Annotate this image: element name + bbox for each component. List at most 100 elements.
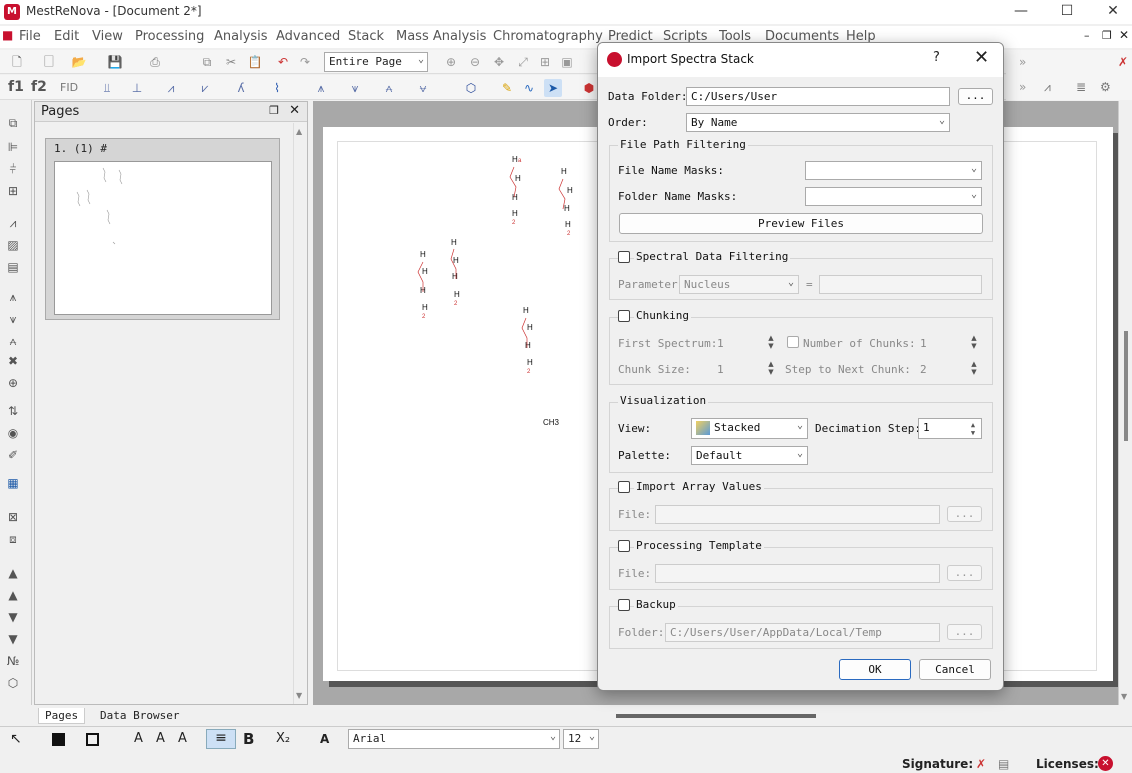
table-icon[interactable]: ▦ bbox=[4, 474, 22, 492]
mdi-restore-icon[interactable]: ❐ bbox=[1102, 29, 1112, 42]
select-tool-icon[interactable]: ➤ bbox=[544, 79, 562, 97]
distribute-icon[interactable]: ⫩ bbox=[4, 160, 22, 178]
scroll-up-icon[interactable]: ▲ bbox=[296, 127, 302, 136]
numbering-icon[interactable]: № bbox=[4, 652, 22, 670]
scrollbar-thumb[interactable] bbox=[1124, 331, 1128, 441]
maximize-button[interactable]: ☐ bbox=[1044, 0, 1090, 24]
align-left-icon[interactable]: ≡ bbox=[206, 729, 236, 749]
new-page-icon[interactable]: 🗌 bbox=[40, 53, 58, 71]
folder-name-masks-select[interactable]: ⌄ bbox=[805, 187, 982, 206]
number-of-chunks-stepper[interactable]: ▲ ▼ bbox=[968, 334, 980, 350]
page-thumbnail[interactable]: 1. (1) # bbox=[45, 138, 280, 320]
open-folder-icon[interactable]: 📂 bbox=[70, 53, 88, 71]
align-icon[interactable]: ⊫ bbox=[4, 138, 22, 156]
sort-icon[interactable]: ⇅ bbox=[4, 402, 22, 420]
parameter-value-input[interactable] bbox=[819, 275, 982, 294]
assign-icon[interactable]: ✎ bbox=[498, 79, 516, 97]
peak-pick-icon[interactable]: ⩘ bbox=[162, 79, 180, 97]
menu-mass-analysis[interactable]: Mass Analysis bbox=[396, 29, 486, 44]
signature-icon[interactable]: ✗ bbox=[976, 757, 986, 771]
fit-page-icon[interactable]: ⊠ bbox=[4, 508, 22, 526]
multiplet-icon[interactable]: ⩗ bbox=[196, 79, 214, 97]
image-icon[interactable]: ▨ bbox=[4, 236, 22, 254]
view-icon[interactable]: ◉ bbox=[4, 424, 22, 442]
font-default-icon[interactable]: A bbox=[178, 731, 187, 746]
minimize-button[interactable]: — bbox=[998, 0, 1044, 24]
float-panel-icon[interactable]: ❐ bbox=[269, 104, 279, 117]
arrow-up-icon[interactable]: ▲ bbox=[4, 586, 22, 604]
deconvolution-icon[interactable]: ⩛ bbox=[346, 79, 364, 97]
menu-file[interactable]: File bbox=[19, 29, 41, 44]
file-name-masks-select[interactable]: ⌄ bbox=[805, 161, 982, 180]
spectral-filtering-checkbox[interactable] bbox=[618, 251, 630, 263]
shift-icon[interactable]: ⩜ bbox=[380, 79, 398, 97]
new-document-icon[interactable]: 🗋 bbox=[8, 53, 26, 71]
overflow-icon[interactable]: » bbox=[1019, 55, 1026, 69]
phase-icon[interactable]: ⫫ bbox=[98, 79, 116, 97]
settings-icon[interactable]: ⚙ bbox=[1100, 80, 1111, 94]
first-spectrum-value[interactable]: 1 bbox=[717, 337, 724, 350]
spectrum-icon[interactable]: ⩘ bbox=[4, 214, 22, 232]
line-color-icon[interactable] bbox=[86, 733, 99, 746]
zoom-in-icon[interactable]: ⊕ bbox=[442, 53, 460, 71]
menu-processing[interactable]: Processing bbox=[135, 29, 204, 44]
multiplet-report-icon[interactable]: ⩛ bbox=[4, 310, 22, 328]
arrow-down-last-icon[interactable]: ▼ bbox=[4, 630, 22, 648]
order-select[interactable]: By Name ⌄ bbox=[686, 113, 950, 132]
verify-icon[interactable]: ⬢ bbox=[580, 79, 598, 97]
arrow-up-first-icon[interactable]: ▲ bbox=[4, 564, 22, 582]
tools-icon[interactable]: ✗ bbox=[1118, 55, 1128, 69]
copy-icon[interactable]: ⧉ bbox=[198, 53, 216, 71]
text-color-icon[interactable]: A bbox=[320, 732, 329, 746]
menu-view[interactable]: View bbox=[92, 29, 123, 44]
simulate-icon[interactable]: ∿ bbox=[520, 79, 538, 97]
bold-icon[interactable]: B bbox=[243, 730, 254, 748]
import-array-file-input[interactable] bbox=[655, 505, 940, 524]
apodization-icon[interactable]: ⩚ bbox=[312, 79, 330, 97]
fid-button[interactable]: FID bbox=[60, 81, 78, 94]
backup-folder-input[interactable]: C:/Users/User/AppData/Local/Temp bbox=[665, 623, 940, 642]
integrate-icon[interactable]: ʎ bbox=[232, 79, 250, 97]
page-zoom-select[interactable]: Entire Page ⌄ bbox=[324, 52, 428, 72]
number-of-chunks-checkbox[interactable] bbox=[787, 336, 799, 348]
horizontal-scroll-thumb[interactable] bbox=[616, 714, 816, 718]
pan-icon[interactable]: ✥ bbox=[490, 53, 508, 71]
scroll-down-icon-doc[interactable]: ▼ bbox=[1121, 692, 1127, 701]
decimation-step-input[interactable]: 1 ▲ ▼ bbox=[918, 418, 982, 439]
edit-icon[interactable]: ✐ bbox=[4, 446, 22, 464]
full-spectrum-icon[interactable]: ▣ bbox=[558, 53, 576, 71]
view-select[interactable]: Stacked ⌄ bbox=[691, 418, 808, 439]
license-error-icon[interactable]: ✕ bbox=[1098, 756, 1113, 771]
signature-settings-icon[interactable]: ▤ bbox=[998, 757, 1009, 771]
signal-icon[interactable]: ⩘ bbox=[1044, 80, 1051, 95]
zoom-out-icon[interactable]: ⊖ bbox=[466, 53, 484, 71]
fit-icon[interactable]: ⌇ bbox=[268, 79, 286, 97]
f2-button[interactable]: f2 bbox=[31, 79, 47, 95]
subscript-icon[interactable]: X₂ bbox=[276, 731, 290, 746]
menu-stack[interactable]: Stack bbox=[348, 29, 384, 44]
mdi-close-icon[interactable]: ✕ bbox=[1119, 28, 1129, 42]
redo-icon[interactable]: ↷ bbox=[296, 53, 314, 71]
first-spectrum-stepper[interactable]: ▲ ▼ bbox=[765, 334, 777, 350]
close-dialog-button[interactable]: ✕ bbox=[974, 47, 989, 68]
tab-data-browser[interactable]: Data Browser bbox=[94, 708, 185, 723]
cube-icon[interactable]: ⬡ bbox=[4, 674, 22, 692]
menu-edit[interactable]: Edit bbox=[54, 29, 79, 44]
delete-icon[interactable]: ✖ bbox=[4, 352, 22, 370]
cancel-button[interactable]: Cancel bbox=[919, 659, 991, 680]
f1-button[interactable]: f1 bbox=[8, 79, 24, 95]
peaks-icon[interactable]: ⩚ bbox=[4, 288, 22, 306]
parameter-select[interactable]: Nucleus ⌄ bbox=[679, 275, 799, 294]
pages-scrollbar[interactable]: ▲ ▼ bbox=[293, 123, 307, 704]
menu-advanced[interactable]: Advanced bbox=[276, 29, 340, 44]
save-icon[interactable]: 💾 bbox=[106, 53, 124, 71]
undo-icon[interactable]: ↶ bbox=[274, 53, 292, 71]
molecule-icon[interactable]: ⬡ bbox=[462, 79, 480, 97]
processing-template-file-input[interactable] bbox=[655, 564, 940, 583]
baseline-icon[interactable]: ⊥ bbox=[128, 79, 146, 97]
pointer-icon[interactable]: ↖ bbox=[10, 731, 22, 747]
chunk-size-stepper[interactable]: ▲ ▼ bbox=[765, 360, 777, 376]
preview-files-button[interactable]: Preview Files bbox=[619, 213, 983, 234]
number-of-chunks-value[interactable]: 1 bbox=[920, 337, 927, 350]
split-icon[interactable]: ⊕ bbox=[4, 374, 22, 392]
